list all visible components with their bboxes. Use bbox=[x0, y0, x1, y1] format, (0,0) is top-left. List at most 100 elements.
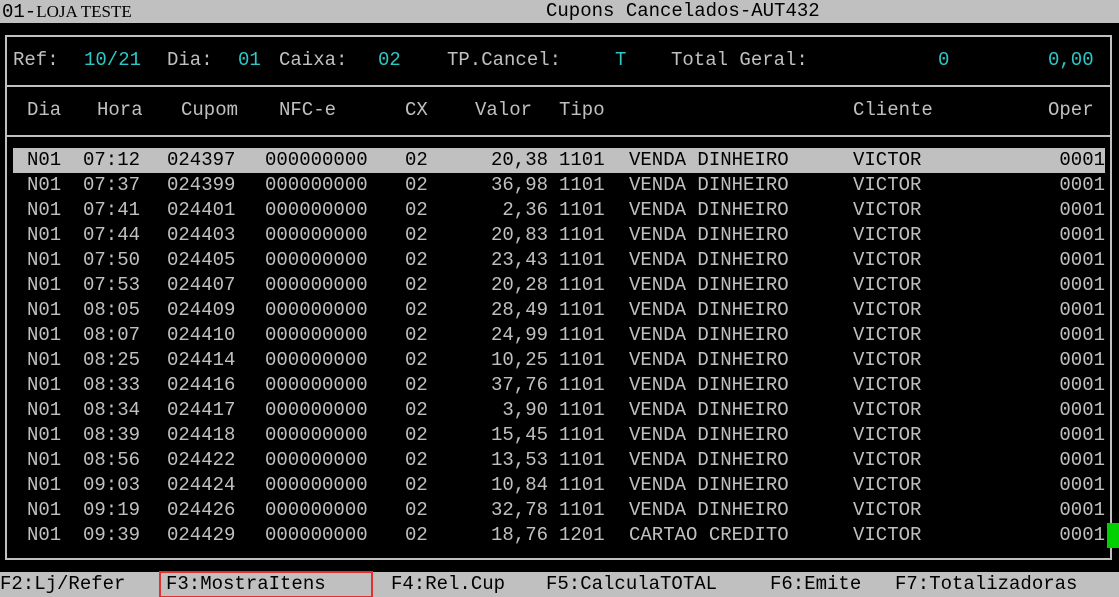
table-row[interactable]: N01 07:12 024397 000000000 02 20,38 1101 VENDA … bbox=[13, 148, 1105, 173]
cell-cliente: VICTOR bbox=[853, 399, 922, 421]
cell-oper: 0001 bbox=[1059, 274, 1105, 296]
cell-cx: 02 bbox=[405, 174, 428, 196]
fkey-f3[interactable]: F3:MostraItens bbox=[159, 571, 373, 597]
cell-dia: N01 bbox=[27, 374, 62, 396]
table-row[interactable]: N01 08:07 024410 000000000 02 24,99 1101 VENDA … bbox=[13, 323, 1105, 348]
cell-cupom: 024399 bbox=[167, 174, 236, 196]
table-row[interactable]: N01 08:56 024422 000000000 02 13,53 1101 VENDA … bbox=[13, 448, 1105, 473]
cell-tipo: 1101 bbox=[559, 149, 605, 171]
total-value: 0,00 bbox=[1048, 49, 1094, 71]
table-row[interactable]: N01 09:39 024429 000000000 02 18,76 1201 CARTAO… bbox=[13, 523, 1105, 548]
cell-nfce: 000000000 bbox=[265, 299, 368, 321]
table-row[interactable]: N01 09:19 024426 000000000 02 32,78 1101 VENDA … bbox=[13, 498, 1105, 523]
cell-valor: 20,28 bbox=[490, 274, 548, 296]
cell-tipo: 1201 bbox=[559, 524, 605, 546]
cell-oper: 0001 bbox=[1059, 349, 1105, 371]
cell-cliente: VICTOR bbox=[853, 424, 922, 446]
cell-desc: VENDA DINHEIRO bbox=[629, 399, 789, 421]
fkey-f6[interactable]: F6:Emite bbox=[770, 572, 861, 597]
cell-tipo: 1101 bbox=[559, 374, 605, 396]
cell-cliente: VICTOR bbox=[853, 324, 922, 346]
cell-hora: 08:25 bbox=[83, 349, 141, 371]
tpcancel-field[interactable]: T bbox=[615, 48, 626, 73]
cell-nfce: 000000000 bbox=[265, 449, 368, 471]
cell-cupom: 024418 bbox=[167, 424, 236, 446]
cell-desc: VENDA DINHEIRO bbox=[629, 474, 789, 496]
table-row[interactable]: N01 07:50 024405 000000000 02 23,43 1101 VENDA … bbox=[13, 248, 1105, 273]
cell-hora: 09:03 bbox=[83, 474, 141, 496]
fkey-f7[interactable]: F7:Totalizadoras bbox=[895, 572, 1077, 597]
cell-tipo: 1101 bbox=[559, 349, 605, 371]
cell-dia: N01 bbox=[27, 224, 62, 246]
cell-dia: N01 bbox=[27, 449, 62, 471]
cell-dia: N01 bbox=[27, 174, 62, 196]
cell-desc: VENDA DINHEIRO bbox=[629, 299, 789, 321]
cell-tipo: 1101 bbox=[559, 199, 605, 221]
cell-nfce: 000000000 bbox=[265, 349, 368, 371]
cell-desc: VENDA DINHEIRO bbox=[629, 274, 789, 296]
cell-tipo: 1101 bbox=[559, 299, 605, 321]
cell-desc: VENDA DINHEIRO bbox=[629, 324, 789, 346]
table-row[interactable]: N01 08:33 024416 000000000 02 37,76 1101 VENDA … bbox=[13, 373, 1105, 398]
cell-dia: N01 bbox=[27, 474, 62, 496]
dia-field[interactable]: 01 bbox=[238, 48, 261, 73]
cell-desc: CARTAO CREDITO bbox=[629, 524, 789, 546]
cell-cliente: VICTOR bbox=[853, 199, 922, 221]
cell-nfce: 000000000 bbox=[265, 374, 368, 396]
cell-nfce: 000000000 bbox=[265, 474, 368, 496]
table-row[interactable]: N01 08:05 024409 000000000 02 28,49 1101 VENDA … bbox=[13, 298, 1105, 323]
cell-hora: 07:41 bbox=[83, 199, 141, 221]
dia-label: Dia: bbox=[167, 49, 213, 71]
cell-hora: 08:34 bbox=[83, 399, 141, 421]
table-row[interactable]: N01 09:03 024424 000000000 02 10,84 1101 VENDA … bbox=[13, 473, 1105, 498]
cell-oper: 0001 bbox=[1059, 249, 1105, 271]
cell-oper: 0001 bbox=[1059, 149, 1105, 171]
cell-cliente: VICTOR bbox=[853, 249, 922, 271]
table-row[interactable]: N01 08:25 024414 000000000 02 10,25 1101 VENDA … bbox=[13, 348, 1105, 373]
table-row[interactable]: N01 07:44 024403 000000000 02 20,83 1101 VENDA … bbox=[13, 223, 1105, 248]
cell-oper: 0001 bbox=[1059, 224, 1105, 246]
cell-valor: 18,76 bbox=[490, 524, 548, 546]
table-row[interactable]: N01 07:37 024399 000000000 02 36,98 1101 VENDA … bbox=[13, 173, 1105, 198]
cell-cx: 02 bbox=[405, 224, 428, 246]
fkey-f4[interactable]: F4:Rel.Cup bbox=[391, 572, 505, 597]
cell-dia: N01 bbox=[27, 524, 62, 546]
table-row[interactable]: N01 07:41 024401 000000000 02 2,36 1101 VENDA D… bbox=[13, 198, 1105, 223]
cell-cx: 02 bbox=[405, 399, 428, 421]
caixa-label: Caixa: bbox=[279, 49, 348, 71]
cell-cliente: VICTOR bbox=[853, 374, 922, 396]
cell-valor: 28,49 bbox=[490, 299, 548, 321]
cell-valor: 36,98 bbox=[490, 174, 548, 196]
cell-cupom: 024429 bbox=[167, 524, 236, 546]
cell-tipo: 1101 bbox=[559, 449, 605, 471]
store-name: LOJA TESTE bbox=[36, 2, 132, 21]
cell-tipo: 1101 bbox=[559, 499, 605, 521]
ref-field[interactable]: 10/21 bbox=[84, 48, 141, 73]
cell-cx: 02 bbox=[405, 474, 428, 496]
cell-hora: 08:39 bbox=[83, 424, 141, 446]
table-row[interactable]: N01 07:53 024407 000000000 02 20,28 1101 VENDA … bbox=[13, 273, 1105, 298]
cell-dia: N01 bbox=[27, 299, 62, 321]
cell-tipo: 1101 bbox=[559, 474, 605, 496]
cell-hora: 08:05 bbox=[83, 299, 141, 321]
cell-nfce: 000000000 bbox=[265, 224, 368, 246]
col-oper: Oper bbox=[1048, 99, 1094, 121]
cell-valor: 32,78 bbox=[490, 499, 548, 521]
text-cursor bbox=[1107, 523, 1119, 548]
cell-cupom: 024414 bbox=[167, 349, 236, 371]
table-row[interactable]: N01 08:34 024417 000000000 02 3,90 1101 VENDA D… bbox=[13, 398, 1105, 423]
cell-tipo: 1101 bbox=[559, 274, 605, 296]
cell-dia: N01 bbox=[27, 349, 62, 371]
caixa-field[interactable]: 02 bbox=[378, 48, 401, 73]
separator bbox=[7, 135, 1110, 137]
cell-cupom: 024409 bbox=[167, 299, 236, 321]
table-row[interactable]: N01 08:39 024418 000000000 02 15,45 1101 VENDA … bbox=[13, 423, 1105, 448]
cell-desc: VENDA DINHEIRO bbox=[629, 349, 789, 371]
cell-desc: VENDA DINHEIRO bbox=[629, 249, 789, 271]
cell-cupom: 024416 bbox=[167, 374, 236, 396]
cell-dia: N01 bbox=[27, 424, 62, 446]
fkey-f5[interactable]: F5:CalculaTOTAL bbox=[546, 572, 717, 597]
cell-nfce: 000000000 bbox=[265, 249, 368, 271]
fkey-f2[interactable]: F2:Lj/Refer bbox=[0, 572, 125, 597]
cell-tipo: 1101 bbox=[559, 249, 605, 271]
